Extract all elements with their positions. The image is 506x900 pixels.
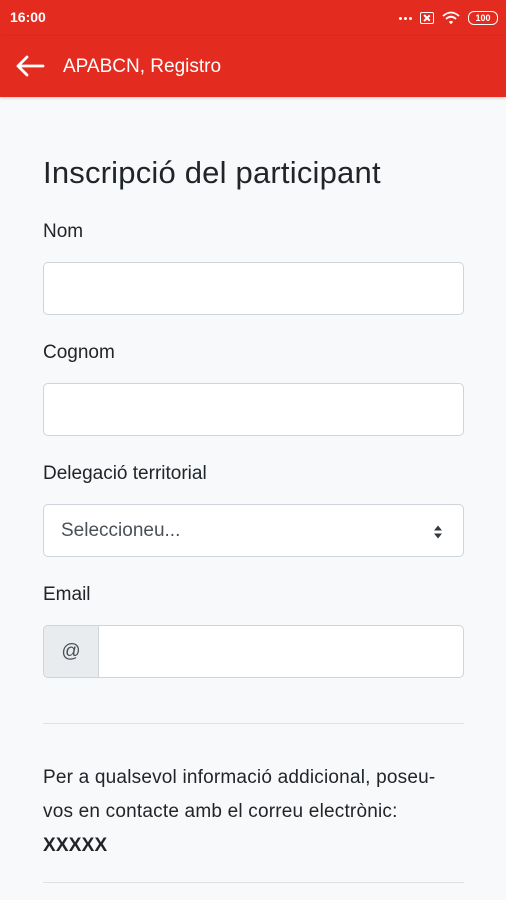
email-input[interactable] [99,625,464,678]
contact-info: Per a qualsevol informació addicional, p… [43,761,464,863]
back-button[interactable] [14,52,46,80]
email-label: Email [43,584,91,605]
cognom-label: Cognom [43,342,115,363]
contact-email: XXXXX [43,835,108,856]
divider-bottom [43,882,464,883]
cognom-input[interactable] [43,383,464,436]
app-bar: APABCN, Registro [0,36,506,97]
divider [43,723,464,724]
email-input-group: @ [43,625,464,678]
battery-icon: 100 [468,11,498,25]
nom-label: Nom [43,221,84,242]
app-title: APABCN, Registro [63,56,222,77]
sim-off-icon [420,12,434,24]
battery-level: 100 [475,12,491,23]
nom-input[interactable] [43,262,464,315]
more-dots-icon [399,16,412,20]
status-bar: 16:00 100 [0,0,506,36]
delegacio-select[interactable]: Seleccioneu... [43,504,464,557]
arrow-left-icon [16,55,45,77]
delegacio-selected-value: Seleccioneu... [61,519,181,541]
select-caret-icon [434,525,442,539]
page-title: Inscripció del participant [43,155,381,190]
wifi-icon [442,11,460,25]
delegacio-label: Delegació territorial [43,463,207,484]
status-icons: 100 [399,9,498,27]
contact-info-text: Per a qualsevol informació addicional, p… [43,767,436,822]
status-time: 16:00 [10,9,46,25]
email-at-prefix: @ [43,625,99,678]
